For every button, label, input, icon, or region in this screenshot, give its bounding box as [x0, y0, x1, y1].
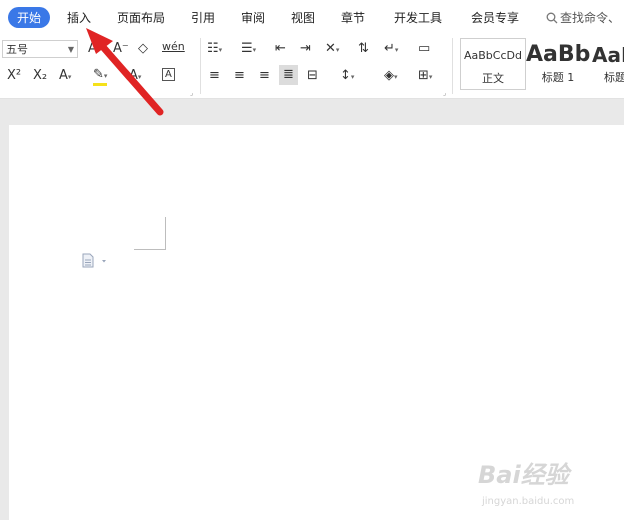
style-sample: AaBb	[526, 42, 590, 67]
superscript-button[interactable]: X²	[7, 68, 21, 84]
indent-icon: ⇥	[300, 41, 311, 56]
margin-corner-mark	[165, 217, 166, 249]
command-search[interactable]: 查找命令、	[546, 9, 620, 26]
dialog-launcher-icon[interactable]: ⌟	[443, 89, 446, 97]
align-left-button[interactable]: ≡	[209, 68, 220, 84]
align-left-icon: ≡	[209, 68, 220, 83]
chevron-down-icon: ▼	[67, 45, 74, 54]
tab-references[interactable]: 引用	[191, 9, 215, 26]
search-label: 查找命令、	[560, 11, 621, 25]
paragraph-mark-icon: ↵	[384, 41, 395, 56]
highlighter-icon: ✎	[93, 67, 104, 82]
font-color-icon: A	[129, 68, 138, 83]
clear-format-button[interactable]: ◇	[138, 41, 148, 57]
pinyin-guide-button[interactable]: wén	[162, 39, 185, 55]
style-sample: AaBbCcDd	[464, 49, 522, 62]
style-heading-2[interactable]: AaB 标题	[590, 38, 624, 88]
tab-home[interactable]: 开始	[8, 7, 51, 28]
ribbon-tab-bar: 开始 插入 页面布局 引用 审阅 视图 章节 开发工具 会员专享 查找命令、	[0, 0, 624, 34]
style-name: 标题	[604, 71, 624, 84]
numbered-list-icon: ☰	[241, 41, 253, 56]
borders-button[interactable]: ⊞▾	[418, 68, 432, 85]
character-border-button[interactable]: A	[162, 68, 175, 81]
line-spacing-icon: ↕	[340, 68, 351, 83]
text-effect-button[interactable]: A▾	[59, 68, 71, 85]
paint-bucket-icon: ◈	[384, 68, 394, 83]
tab-page-layout[interactable]: 页面布局	[117, 9, 165, 26]
font-size-value: 五号	[6, 43, 28, 56]
chinese-layout-button[interactable]: ✕▾	[325, 41, 339, 58]
style-normal[interactable]: AaBbCcDd 正文	[460, 38, 526, 90]
group-divider	[452, 38, 453, 94]
increase-indent-button[interactable]: ⇥	[300, 41, 311, 57]
highlight-button[interactable]: ✎▾	[93, 67, 108, 86]
align-right-button[interactable]: ≡	[259, 68, 270, 84]
justify-icon: ≣	[283, 67, 294, 82]
style-name: 标题 1	[541, 71, 575, 84]
chinese-layout-icon: ✕	[325, 41, 336, 56]
paste-options-icon[interactable]	[81, 253, 111, 269]
table-tools-button[interactable]: ▭	[418, 41, 430, 57]
sort-icon: ⇅	[358, 41, 369, 56]
tab-developer-tools[interactable]: 开发工具	[394, 9, 442, 26]
align-center-button[interactable]: ≡	[234, 68, 245, 84]
margin-corner-mark	[134, 249, 166, 250]
tab-insert[interactable]: 插入	[67, 9, 91, 26]
font-color-button[interactable]: A▾	[129, 68, 141, 85]
style-name: 正文	[482, 72, 504, 85]
show-hide-marks-button[interactable]: ↵▾	[384, 41, 398, 58]
tab-review[interactable]: 审阅	[241, 9, 265, 26]
style-heading-1[interactable]: AaBb 标题 1	[526, 38, 590, 88]
distributed-icon: ⊟	[307, 68, 318, 83]
search-icon	[546, 12, 558, 24]
align-center-icon: ≡	[234, 68, 245, 83]
home-ribbon: 五号 ▼ A⁺ A⁻ ◇ wén X² X₂ A▾ ✎▾ A▾ A ⌟ ☷▾ ☰…	[0, 34, 624, 99]
tab-view[interactable]: 视图	[291, 9, 315, 26]
outdent-icon: ⇤	[275, 41, 286, 56]
font-size-select[interactable]: 五号 ▼	[2, 40, 78, 58]
distributed-button[interactable]: ⊟	[307, 68, 318, 84]
decrease-indent-button[interactable]: ⇤	[275, 41, 286, 57]
dialog-launcher-icon[interactable]: ⌟	[190, 89, 193, 97]
align-right-icon: ≡	[259, 68, 270, 83]
text-effect-icon: A	[59, 68, 68, 83]
watermark-logo: Bai经验	[478, 461, 569, 489]
bullet-list-button[interactable]: ☷▾	[207, 41, 222, 58]
table-ruler-icon: ▭	[418, 41, 431, 56]
watermark-url: jingyan.baidu.com	[482, 496, 575, 507]
tab-chapter[interactable]: 章节	[341, 9, 365, 26]
line-spacing-button[interactable]: ↕▾	[340, 68, 354, 85]
sort-button[interactable]: ⇅	[358, 41, 369, 57]
borders-icon: ⊞	[418, 68, 429, 83]
group-divider	[200, 38, 201, 94]
shading-button[interactable]: ◈▾	[384, 68, 398, 85]
justify-button[interactable]: ≣	[279, 65, 298, 85]
numbered-list-button[interactable]: ☰▾	[241, 41, 256, 58]
tab-member[interactable]: 会员专享	[471, 9, 519, 26]
shrink-font-button[interactable]: A⁻	[113, 41, 129, 57]
bullet-list-icon: ☷	[207, 41, 219, 56]
grow-font-button[interactable]: A⁺	[88, 41, 104, 57]
style-sample: AaB	[592, 43, 624, 67]
subscript-button[interactable]: X₂	[33, 68, 47, 84]
